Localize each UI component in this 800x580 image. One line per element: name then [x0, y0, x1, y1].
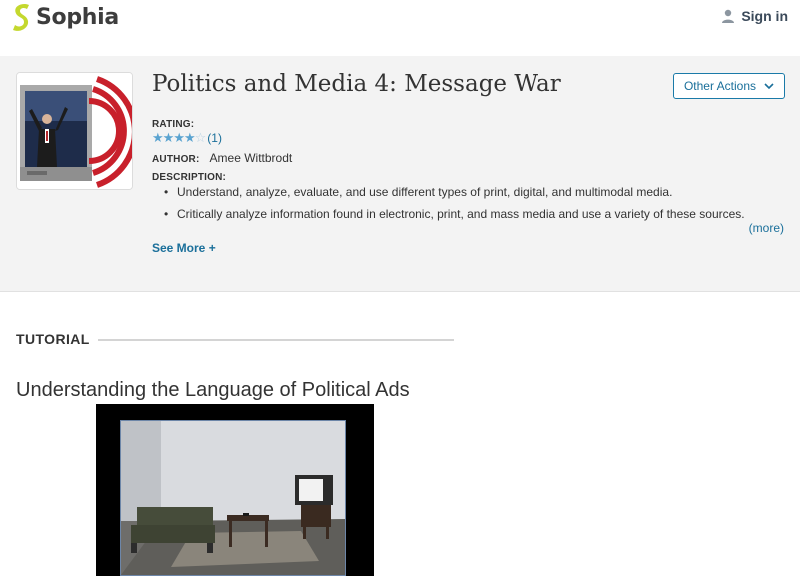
star-filled-icon: ★ — [183, 130, 196, 145]
rating-label: RATING: — [152, 119, 195, 130]
author-name: Amee Wittbrodt — [209, 151, 293, 165]
star-filled-icon: ★ — [162, 130, 175, 145]
resource-title: Politics and Media 4: Message War — [152, 71, 561, 97]
description-item: Critically analyze information found in … — [164, 207, 784, 229]
rating-stars: ★★★★☆ — [152, 130, 207, 146]
rating-count-link[interactable]: (1) — [207, 131, 222, 145]
tv-broadcast-image — [17, 73, 132, 189]
top-nav: Sophia Sign in — [0, 0, 800, 56]
more-link[interactable]: (more) — [749, 221, 784, 235]
sign-in-label: Sign in — [741, 8, 788, 24]
rating: ★★★★☆ (1) — [152, 130, 222, 146]
description-label: DESCRIPTION: — [152, 172, 227, 183]
other-actions-dropdown[interactable]: Other Actions — [673, 73, 785, 99]
resource-thumbnail — [16, 72, 133, 190]
user-icon — [722, 9, 735, 23]
author-label: AUTHOR: — [152, 154, 200, 165]
sign-in-link[interactable]: Sign in — [721, 8, 788, 24]
star-filled-icon: ★ — [152, 130, 164, 145]
tutorial-section-label: TUTORIAL — [16, 331, 90, 347]
sophia-logo[interactable]: Sophia — [10, 2, 119, 32]
brand-name: Sophia — [36, 4, 119, 30]
description-list: Understand, analyze, evaluate, and use d… — [164, 185, 784, 229]
living-room-scene-image — [121, 421, 345, 575]
see-more-link[interactable]: See More + — [152, 241, 216, 255]
sophia-logo-icon — [13, 4, 29, 31]
video-frame — [120, 420, 346, 576]
star-empty-icon: ☆ — [194, 130, 207, 145]
chevron-down-icon — [764, 83, 774, 90]
other-actions-label: Other Actions — [683, 79, 757, 93]
star-filled-icon: ★ — [173, 130, 185, 145]
tutorial-title: Understanding the Language of Political … — [16, 379, 410, 401]
tutorial-video[interactable] — [96, 404, 374, 576]
resource-header: Politics and Media 4: Message War Other … — [0, 56, 800, 292]
author-row: AUTHOR: Amee Wittbrodt — [152, 151, 292, 165]
description-item: Understand, analyze, evaluate, and use d… — [164, 185, 784, 207]
section-divider — [98, 339, 454, 341]
